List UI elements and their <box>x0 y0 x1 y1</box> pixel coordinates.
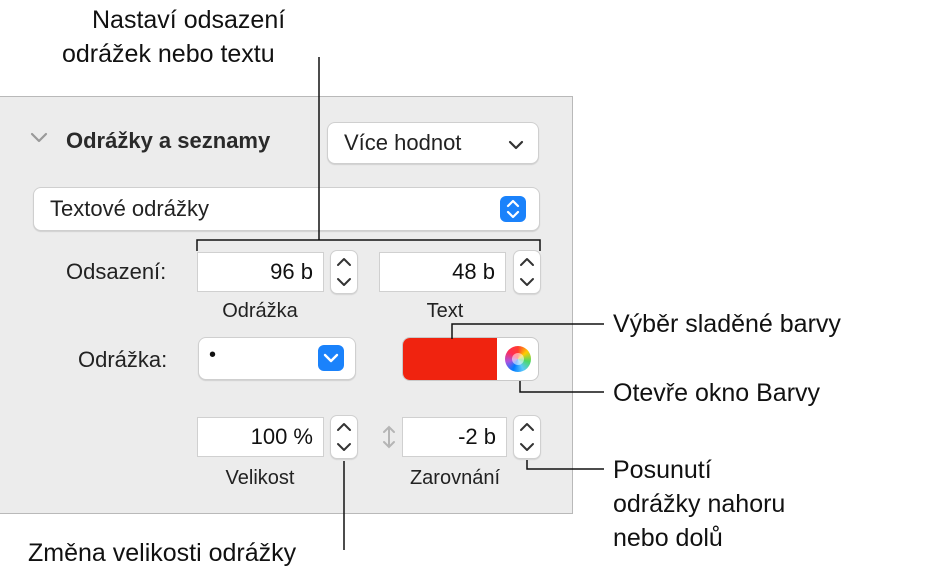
callout-matching-color <box>451 323 604 339</box>
callout-move <box>526 460 604 470</box>
callout-indent-bracket <box>196 239 541 251</box>
callout-open-colors <box>519 381 604 393</box>
callout-lines <box>196 57 604 550</box>
